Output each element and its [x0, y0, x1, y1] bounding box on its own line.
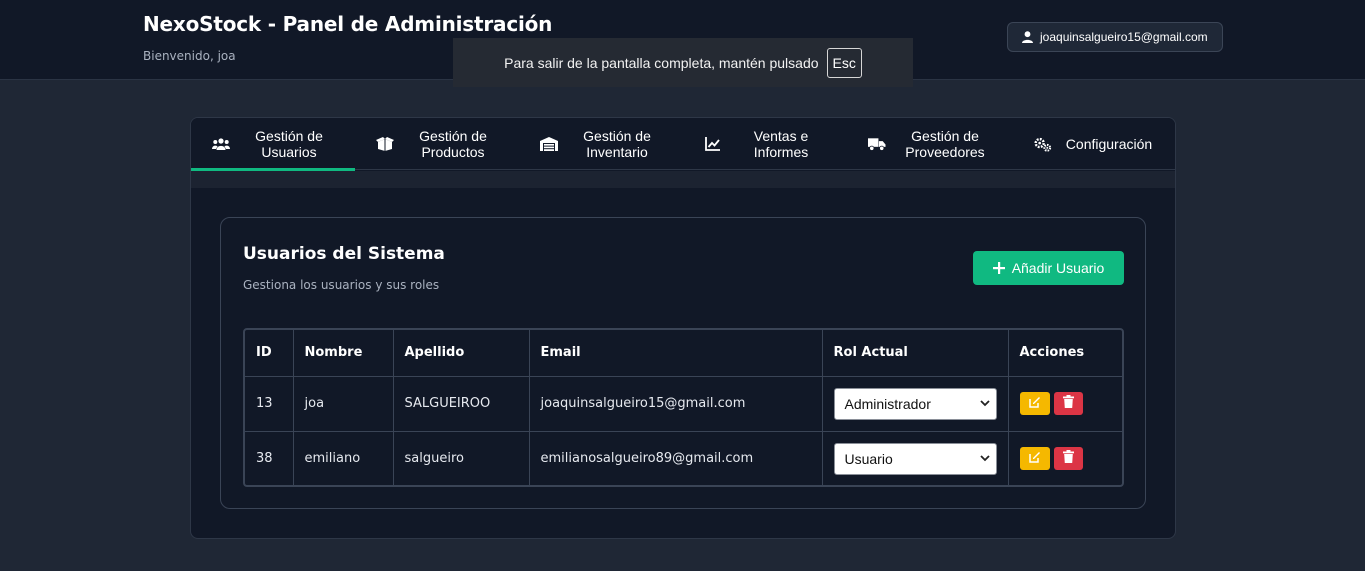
- truck-icon: [868, 136, 886, 152]
- tab-productos[interactable]: Gestión de Productos: [355, 118, 519, 170]
- app-title: NexoStock - Panel de Administración: [143, 12, 553, 36]
- cell-email: joaquinsalgueiro15@gmail.com: [528, 375, 823, 432]
- tab-proveedores[interactable]: Gestión de Proveedores: [847, 118, 1011, 170]
- cell-id: 38: [245, 430, 294, 485]
- cell-apellido: salgueiro: [392, 430, 530, 485]
- add-user-label: Añadir Usuario: [1011, 260, 1105, 276]
- cell-email: emilianosalgueiro89@gmail.com: [528, 430, 823, 485]
- plus-icon: [992, 259, 1005, 278]
- boxes-icon: [376, 136, 394, 152]
- trash-icon: [1062, 450, 1074, 467]
- cell-nombre: emiliano: [292, 430, 394, 485]
- tab-proveedores-label: Gestión de Proveedores: [905, 128, 985, 160]
- table-row: 38 emiliano salgueiro emilianosalgueiro8…: [245, 430, 1122, 485]
- users-table: ID Nombre Apellido Email Rol Actual Acci…: [243, 328, 1124, 487]
- edit-button[interactable]: [1019, 392, 1050, 415]
- users-icon: [212, 136, 230, 152]
- tab-inventario[interactable]: Gestión de Inventario: [519, 118, 683, 170]
- chevron-down-icon: [979, 451, 990, 466]
- cell-nombre: joa: [292, 375, 394, 432]
- edit-icon: [1028, 396, 1041, 412]
- fullscreen-message: Para salir de la pantalla completa, mant…: [504, 54, 819, 71]
- card-subtitle: Gestiona los usuarios y sus roles: [243, 278, 440, 292]
- tab-content-divider: [191, 171, 1175, 188]
- tab-usuarios[interactable]: Gestión de Usuarios: [191, 118, 355, 171]
- role-select-value: Usuario: [844, 450, 893, 467]
- trash-icon: [1062, 395, 1074, 412]
- esc-key-badge: Esc: [826, 47, 862, 78]
- delete-button[interactable]: [1053, 447, 1083, 471]
- chevron-down-icon: [979, 396, 990, 411]
- cell-actions: [1007, 375, 1122, 432]
- tab-inventario-label: Gestión de Inventario: [583, 128, 651, 160]
- admin-panel: Gestión de Usuarios Gestión de Productos…: [190, 117, 1176, 539]
- role-select[interactable]: Usuario: [833, 442, 997, 475]
- gears-icon: [1034, 136, 1052, 152]
- cell-rol: Administrador: [821, 375, 1009, 432]
- users-card: Usuarios del Sistema Gestiona los usuari…: [220, 217, 1146, 509]
- role-select-value: Administrador: [844, 395, 931, 412]
- column-header: Acciones: [1007, 330, 1122, 377]
- warehouse-icon: [540, 136, 558, 152]
- table-header-row: ID Nombre Apellido Email Rol Actual Acci…: [245, 330, 1122, 377]
- cell-actions: [1007, 430, 1122, 485]
- card-title: Usuarios del Sistema: [243, 244, 445, 264]
- cell-id: 13: [245, 375, 294, 432]
- table-row: 13 joa SALGUEIROO joaquinsalgueiro15@gma…: [245, 375, 1122, 432]
- fullscreen-notice: Para salir de la pantalla completa, mant…: [453, 38, 913, 87]
- tab-productos-label: Gestión de Productos: [419, 128, 487, 160]
- user-icon: [1022, 28, 1033, 47]
- delete-button[interactable]: [1053, 392, 1083, 415]
- tab-ventas-label: Ventas e Informes: [753, 128, 809, 160]
- user-email: joaquinsalgueiro15@gmail.com: [1040, 30, 1208, 44]
- tab-bar: Gestión de Usuarios Gestión de Productos…: [191, 118, 1175, 171]
- add-user-button[interactable]: Añadir Usuario: [973, 251, 1124, 285]
- edit-icon: [1028, 451, 1041, 467]
- tab-configuracion[interactable]: Configuración: [1011, 118, 1175, 170]
- user-account-button[interactable]: joaquinsalgueiro15@gmail.com: [1007, 22, 1223, 52]
- column-header: Email: [528, 330, 823, 377]
- tab-ventas[interactable]: Ventas e Informes: [683, 118, 847, 170]
- role-select[interactable]: Administrador: [833, 387, 997, 420]
- cell-apellido: SALGUEIROO: [392, 375, 530, 432]
- welcome-text: Bienvenido, joa: [143, 49, 236, 63]
- column-header: Rol Actual: [821, 330, 1009, 377]
- tab-usuarios-label: Gestión de Usuarios: [255, 128, 323, 160]
- column-header: Apellido: [392, 330, 530, 377]
- edit-button[interactable]: [1019, 447, 1050, 471]
- cell-rol: Usuario: [821, 430, 1009, 485]
- tab-configuracion-label: Configuración: [1065, 136, 1153, 152]
- column-header: ID: [245, 330, 294, 377]
- column-header: Nombre: [292, 330, 394, 377]
- chart-line-icon: [704, 136, 722, 152]
